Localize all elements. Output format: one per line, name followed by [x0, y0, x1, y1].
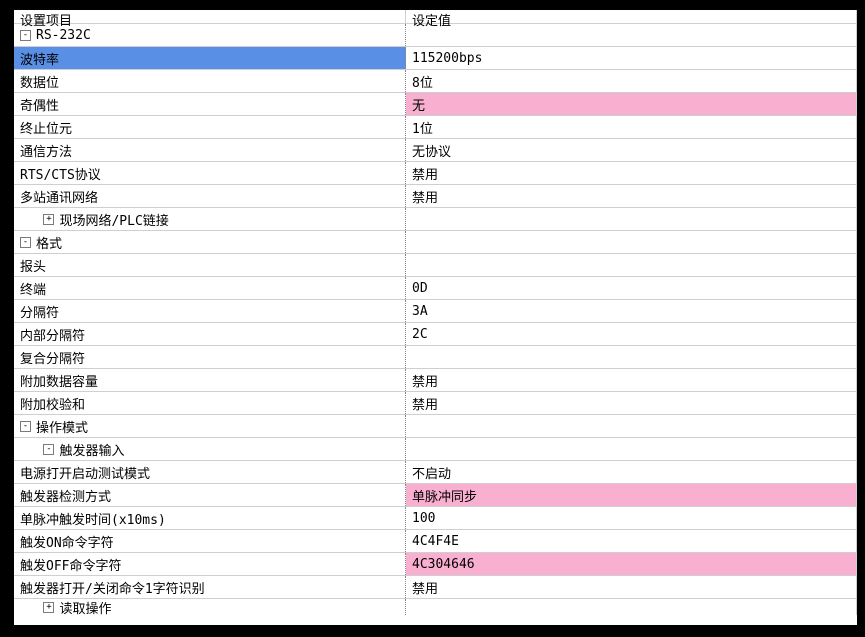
subgroup-readop[interactable]: + 读取操作 [14, 599, 857, 615]
item-parity[interactable]: 奇偶性 无 [14, 93, 857, 116]
group-fieldnet[interactable]: + 现场网络/PLC链接 [14, 208, 857, 231]
group-value [406, 24, 857, 46]
group-label: RS-232C [36, 28, 91, 43]
group-label: 操作模式 [36, 417, 88, 436]
group-rs232c[interactable]: -RS-232C [14, 24, 857, 47]
item-databits[interactable]: 数据位 8位 [14, 70, 857, 93]
header-name: 设置项目 [14, 10, 406, 23]
item-trigon[interactable]: 触发ON命令字符 4C4F4E [14, 530, 857, 553]
expand-icon[interactable]: + [43, 602, 54, 613]
item-trigoff[interactable]: 触发OFF命令字符 4C304646 [14, 553, 857, 576]
item-baud[interactable]: 波特率 115200bps [14, 47, 857, 70]
subgroup-label: 读取操作 [59, 598, 111, 617]
item-appenddata[interactable]: 附加数据容量 禁用 [14, 369, 857, 392]
group-label: 现场网络/PLC链接 [59, 210, 168, 229]
item-multistation[interactable]: 多站通讯网络 禁用 [14, 185, 857, 208]
settings-tree: 设置项目 设定值 -RS-232C 波特率 115200bps 数据位 8位 奇… [14, 10, 857, 625]
item-trig1char[interactable]: 触发器打开/关闭命令1字符识别 禁用 [14, 576, 857, 599]
item-header[interactable]: 报头 [14, 254, 857, 277]
item-trigdet[interactable]: 触发器检测方式 单脉冲同步 [14, 484, 857, 507]
expand-icon[interactable]: + [43, 214, 54, 225]
group-opmode[interactable]: -操作模式 [14, 415, 857, 438]
collapse-icon[interactable]: - [20, 421, 31, 432]
collapse-icon[interactable]: - [20, 30, 31, 41]
subgroup-label: 触发器输入 [59, 440, 124, 459]
collapse-icon[interactable]: - [20, 237, 31, 248]
item-appendcrc[interactable]: 附加校验和 禁用 [14, 392, 857, 415]
item-stopbits[interactable]: 终止位元 1位 [14, 116, 857, 139]
item-commmethod[interactable]: 通信方法 无协议 [14, 139, 857, 162]
header-row: 设置项目 设定值 [14, 10, 857, 24]
item-terminator[interactable]: 终端 0D [14, 277, 857, 300]
item-delimiter[interactable]: 分隔符 3A [14, 300, 857, 323]
item-rtscts[interactable]: RTS/CTS协议 禁用 [14, 162, 857, 185]
group-label: 格式 [36, 233, 62, 252]
group-format[interactable]: -格式 [14, 231, 857, 254]
header-value: 设定值 [406, 10, 857, 23]
item-innerdel[interactable]: 内部分隔符 2C [14, 323, 857, 346]
subgroup-trigin[interactable]: -触发器输入 [14, 438, 857, 461]
item-powertest[interactable]: 电源打开启动测试模式 不启动 [14, 461, 857, 484]
item-pulsetime[interactable]: 单脉冲触发时间(x10ms) 100 [14, 507, 857, 530]
item-composite[interactable]: 复合分隔符 [14, 346, 857, 369]
collapse-icon[interactable]: - [43, 444, 54, 455]
